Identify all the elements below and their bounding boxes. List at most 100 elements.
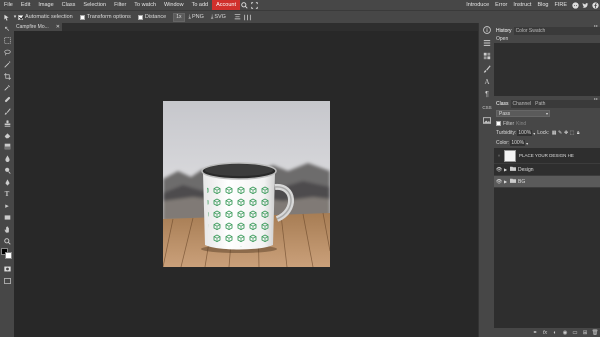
distribute-icon[interactable]: [243, 12, 253, 22]
paragraph-icon[interactable]: ¶: [479, 88, 495, 101]
marquee-tool[interactable]: [0, 35, 14, 47]
eye-icon[interactable]: 👁︎: [494, 167, 504, 173]
tab-color-swatch[interactable]: Color Swatch: [514, 27, 548, 35]
move-tool[interactable]: ↖: [0, 23, 14, 35]
fill-input[interactable]: 100%: [510, 140, 526, 146]
info-icon[interactable]: [479, 23, 495, 36]
blur-tool[interactable]: [0, 153, 14, 165]
history-icon[interactable]: [479, 36, 495, 49]
tab-class[interactable]: Class: [494, 100, 511, 108]
image-icon[interactable]: [479, 114, 495, 127]
fullscreen-icon[interactable]: [250, 0, 260, 10]
dodge-tool[interactable]: [0, 165, 14, 177]
tab-path[interactable]: Path: [533, 100, 547, 108]
new-layer-icon[interactable]: ⊞: [580, 330, 590, 336]
hand-tool[interactable]: [0, 224, 14, 236]
color-swatches[interactable]: [0, 247, 14, 263]
distance-option[interactable]: Distance: [137, 14, 167, 20]
tab-history[interactable]: History: [494, 27, 514, 35]
close-icon[interactable]: ✕: [56, 23, 60, 31]
link-error[interactable]: Error: [492, 0, 510, 10]
menu-image[interactable]: Image: [34, 0, 57, 10]
lasso-tool[interactable]: [0, 47, 14, 59]
chevron-down-icon[interactable]: ▾: [533, 131, 535, 136]
gradient-tool[interactable]: [0, 141, 14, 153]
menu-filter[interactable]: Filter: [110, 0, 130, 10]
css-button[interactable]: CSS: [479, 101, 495, 114]
path-selection-tool[interactable]: ▸: [0, 200, 14, 212]
menu-to-add[interactable]: To add: [188, 0, 213, 10]
svg-label: SVG: [214, 14, 226, 20]
tab-channel[interactable]: Channel: [511, 100, 534, 108]
mask-icon[interactable]: ◉: [560, 330, 570, 336]
type-tool[interactable]: T: [0, 188, 14, 200]
layer-row-design[interactable]: 👁︎ ▶ Design: [494, 164, 600, 176]
menu-file[interactable]: File: [0, 0, 17, 10]
crop-tool[interactable]: [0, 70, 14, 82]
document-tab[interactable]: Campfire Mo... ✕: [14, 23, 62, 31]
automatic-selection-checkbox[interactable]: [18, 14, 23, 20]
move-tool-icon[interactable]: [0, 12, 12, 22]
scale-select[interactable]: 1x: [173, 12, 185, 22]
search-icon[interactable]: [240, 0, 250, 10]
fx-icon[interactable]: fx: [540, 330, 550, 336]
align-icon[interactable]: [233, 12, 243, 22]
menu-edit[interactable]: Edit: [17, 0, 34, 10]
brush-tool[interactable]: [0, 106, 14, 118]
history-item[interactable]: Open: [494, 35, 600, 43]
visibility-off-icon[interactable]: ●: [494, 153, 504, 159]
menu-window[interactable]: Window: [160, 0, 188, 10]
new-group-icon[interactable]: ▭: [570, 330, 580, 336]
screen-mode-icon[interactable]: [0, 275, 14, 287]
link-instruct[interactable]: Instruct: [510, 0, 534, 10]
menu-to-watch[interactable]: To watch: [130, 0, 160, 10]
zoom-tool[interactable]: [0, 235, 14, 247]
canvas-area[interactable]: [14, 31, 478, 337]
export-png-button[interactable]: ⤓ PNG: [189, 14, 204, 21]
adjustment-layer-icon[interactable]: ◐: [550, 330, 560, 336]
swatches-icon[interactable]: [479, 49, 495, 62]
turbidity-row: Turbidity: 100% ▾ Lock: ▦ ✎ ✥ ⬚ 🔒︎: [494, 128, 600, 138]
brushes-icon[interactable]: [479, 62, 495, 75]
menu-account[interactable]: Account: [212, 0, 240, 10]
reddit-icon[interactable]: [570, 0, 580, 10]
automatic-selection-option[interactable]: Automatic selection: [18, 14, 73, 20]
menu-selection[interactable]: Selection: [79, 0, 110, 10]
twitter-icon[interactable]: [580, 0, 590, 10]
layer-row-bg[interactable]: 👁︎ ▶ BG: [494, 176, 600, 188]
filter-kind-select[interactable]: Kind: [516, 121, 526, 127]
transform-options-option[interactable]: Transform options: [79, 14, 131, 20]
layer-name: Design: [518, 166, 534, 173]
magic-wand-tool[interactable]: [0, 58, 14, 70]
export-svg-button[interactable]: ⤓ SVG: [211, 14, 226, 21]
document-tab-title: Campfire Mo...: [16, 24, 49, 30]
turbidity-input[interactable]: 100%: [517, 130, 533, 136]
layer-name: PLACE YOUR DESIGN HE: [519, 153, 574, 158]
link-fire[interactable]: FIRE: [551, 0, 570, 10]
distance-checkbox[interactable]: [137, 14, 143, 20]
pen-tool[interactable]: [0, 176, 14, 188]
background-color[interactable]: [5, 252, 12, 260]
blend-mode-select[interactable]: Pass ▾: [496, 110, 550, 117]
shape-tool[interactable]: [0, 212, 14, 224]
link-layers-icon[interactable]: ⚭: [530, 330, 540, 336]
quick-mask-icon[interactable]: [0, 263, 14, 275]
layer-row-smart[interactable]: ● PLACE YOUR DESIGN HE: [494, 148, 600, 164]
clone-stamp-tool[interactable]: [0, 117, 14, 129]
transform-options-checkbox[interactable]: [79, 14, 85, 20]
character-icon[interactable]: A: [479, 75, 495, 88]
chevron-down-icon[interactable]: ▾: [526, 141, 528, 146]
healing-tool[interactable]: [0, 94, 14, 106]
link-introduce[interactable]: Introduce: [463, 0, 492, 10]
delete-layer-icon[interactable]: 🗑︎: [590, 330, 600, 336]
eyedropper-tool[interactable]: [0, 82, 14, 94]
facebook-icon[interactable]: [590, 0, 600, 10]
lock-all-icon[interactable]: 🔒︎: [575, 130, 581, 136]
distance-label: Distance: [144, 14, 167, 20]
history-panel-tabs: History Color Swatch: [494, 27, 600, 35]
eye-icon[interactable]: 👁︎: [494, 179, 504, 185]
eraser-tool[interactable]: [0, 129, 14, 141]
link-blog[interactable]: Blog: [534, 0, 551, 10]
menu-class[interactable]: Class: [58, 0, 80, 10]
filter-checkbox[interactable]: [496, 121, 501, 126]
